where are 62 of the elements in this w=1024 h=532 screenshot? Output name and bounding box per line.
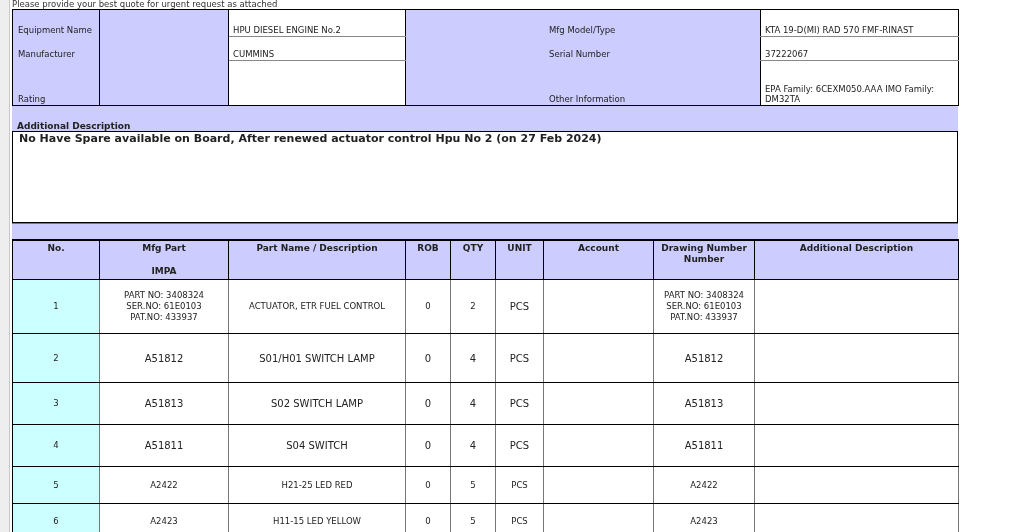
table-cell: H11-15 LED YELLOW	[228, 503, 406, 532]
table-cell: 0	[405, 424, 451, 467]
field-label: Rating	[12, 60, 100, 106]
table-cell: PCS	[495, 466, 544, 504]
table-cell: A51811	[99, 424, 229, 467]
table-cell: 0	[405, 333, 451, 383]
table-cell: PART NO: 3408324 SER.NO: 61E0103 PAT.NO: 433937	[653, 279, 755, 334]
table-cell: A51811	[653, 424, 755, 467]
field-value: KTA 19-D(MI) RAD 570 FMF-RINAST	[760, 9, 959, 36]
column-header: Account	[543, 240, 654, 280]
table-cell: 4	[450, 424, 496, 467]
column-header: QTY	[450, 240, 496, 280]
table-cell: 4	[450, 382, 496, 425]
field-value: CUMMINS	[228, 36, 406, 60]
table-cell: 4	[12, 424, 100, 467]
table-cell: PCS	[495, 333, 544, 383]
table-cell: 5	[450, 466, 496, 504]
column-header: UNIT	[495, 240, 544, 280]
field-label: Serial Number	[405, 36, 761, 60]
table-cell: A51813	[99, 382, 229, 425]
table-cell: H21-25 LED RED	[228, 466, 406, 504]
table-cell: PCS	[495, 424, 544, 467]
table-cell: PCS	[495, 382, 544, 425]
table-cell: A2423	[653, 503, 755, 532]
table-cell: S04 SWITCH	[228, 424, 406, 467]
table-cell: A51812	[99, 333, 229, 383]
table-cell: 4	[450, 333, 496, 383]
notice-text: Please provide your best quote for urgent request as attached	[12, 0, 279, 9]
table-cell: 2	[12, 333, 100, 383]
table-cell: 0	[405, 382, 451, 425]
table-cell: 3	[12, 382, 100, 425]
column-header: Mfg Part IMPA	[99, 240, 229, 280]
table-cell: S02 SWITCH LAMP	[228, 382, 406, 425]
description-text: No Have Spare available on Board, After renewed actuator control Hpu No 2 (on 27 Feb 2024)	[19, 132, 603, 145]
table-cell: A2422	[653, 466, 755, 504]
field-label: Manufacturer	[12, 36, 100, 60]
field-label: Other Information	[405, 60, 761, 106]
field-value: EPA Family: 6CEXM050.AAA IMO Family: DM32TA	[760, 60, 959, 106]
field-value: 37222067	[760, 36, 959, 60]
field-label: Mfg Model/Type	[405, 9, 761, 36]
field-label: Equipment Name	[12, 9, 100, 36]
table-cell: A2422	[99, 466, 229, 504]
table-cell: 6	[12, 503, 100, 532]
table-cell: S01/H01 SWITCH LAMP	[228, 333, 406, 383]
table-cell: A2423	[99, 503, 229, 532]
table-cell: 0	[405, 466, 451, 504]
table-cell: PART NO: 3408324 SER.NO: 61E0103 PAT.NO: 433937	[99, 279, 229, 334]
section-title: Additional Description	[17, 121, 131, 131]
column-header: No.	[12, 240, 100, 280]
column-header: Drawing Number Number	[653, 240, 755, 280]
column-header: Part Name / Description	[228, 240, 406, 280]
column-header: Additional Description	[754, 240, 959, 280]
table-cell: 5	[12, 466, 100, 504]
table-cell: A51813	[653, 382, 755, 425]
table-cell: A51812	[653, 333, 755, 383]
table-cell: 1	[12, 279, 100, 334]
table-cell: 2	[450, 279, 496, 334]
table-cell: 0	[405, 279, 451, 334]
table-cell: ACTUATOR, ETR FUEL CONTROL	[228, 279, 406, 334]
column-header: ROB	[405, 240, 451, 280]
table-cell: PCS	[495, 279, 544, 334]
field-value: HPU DIESEL ENGINE No.2	[228, 9, 406, 36]
